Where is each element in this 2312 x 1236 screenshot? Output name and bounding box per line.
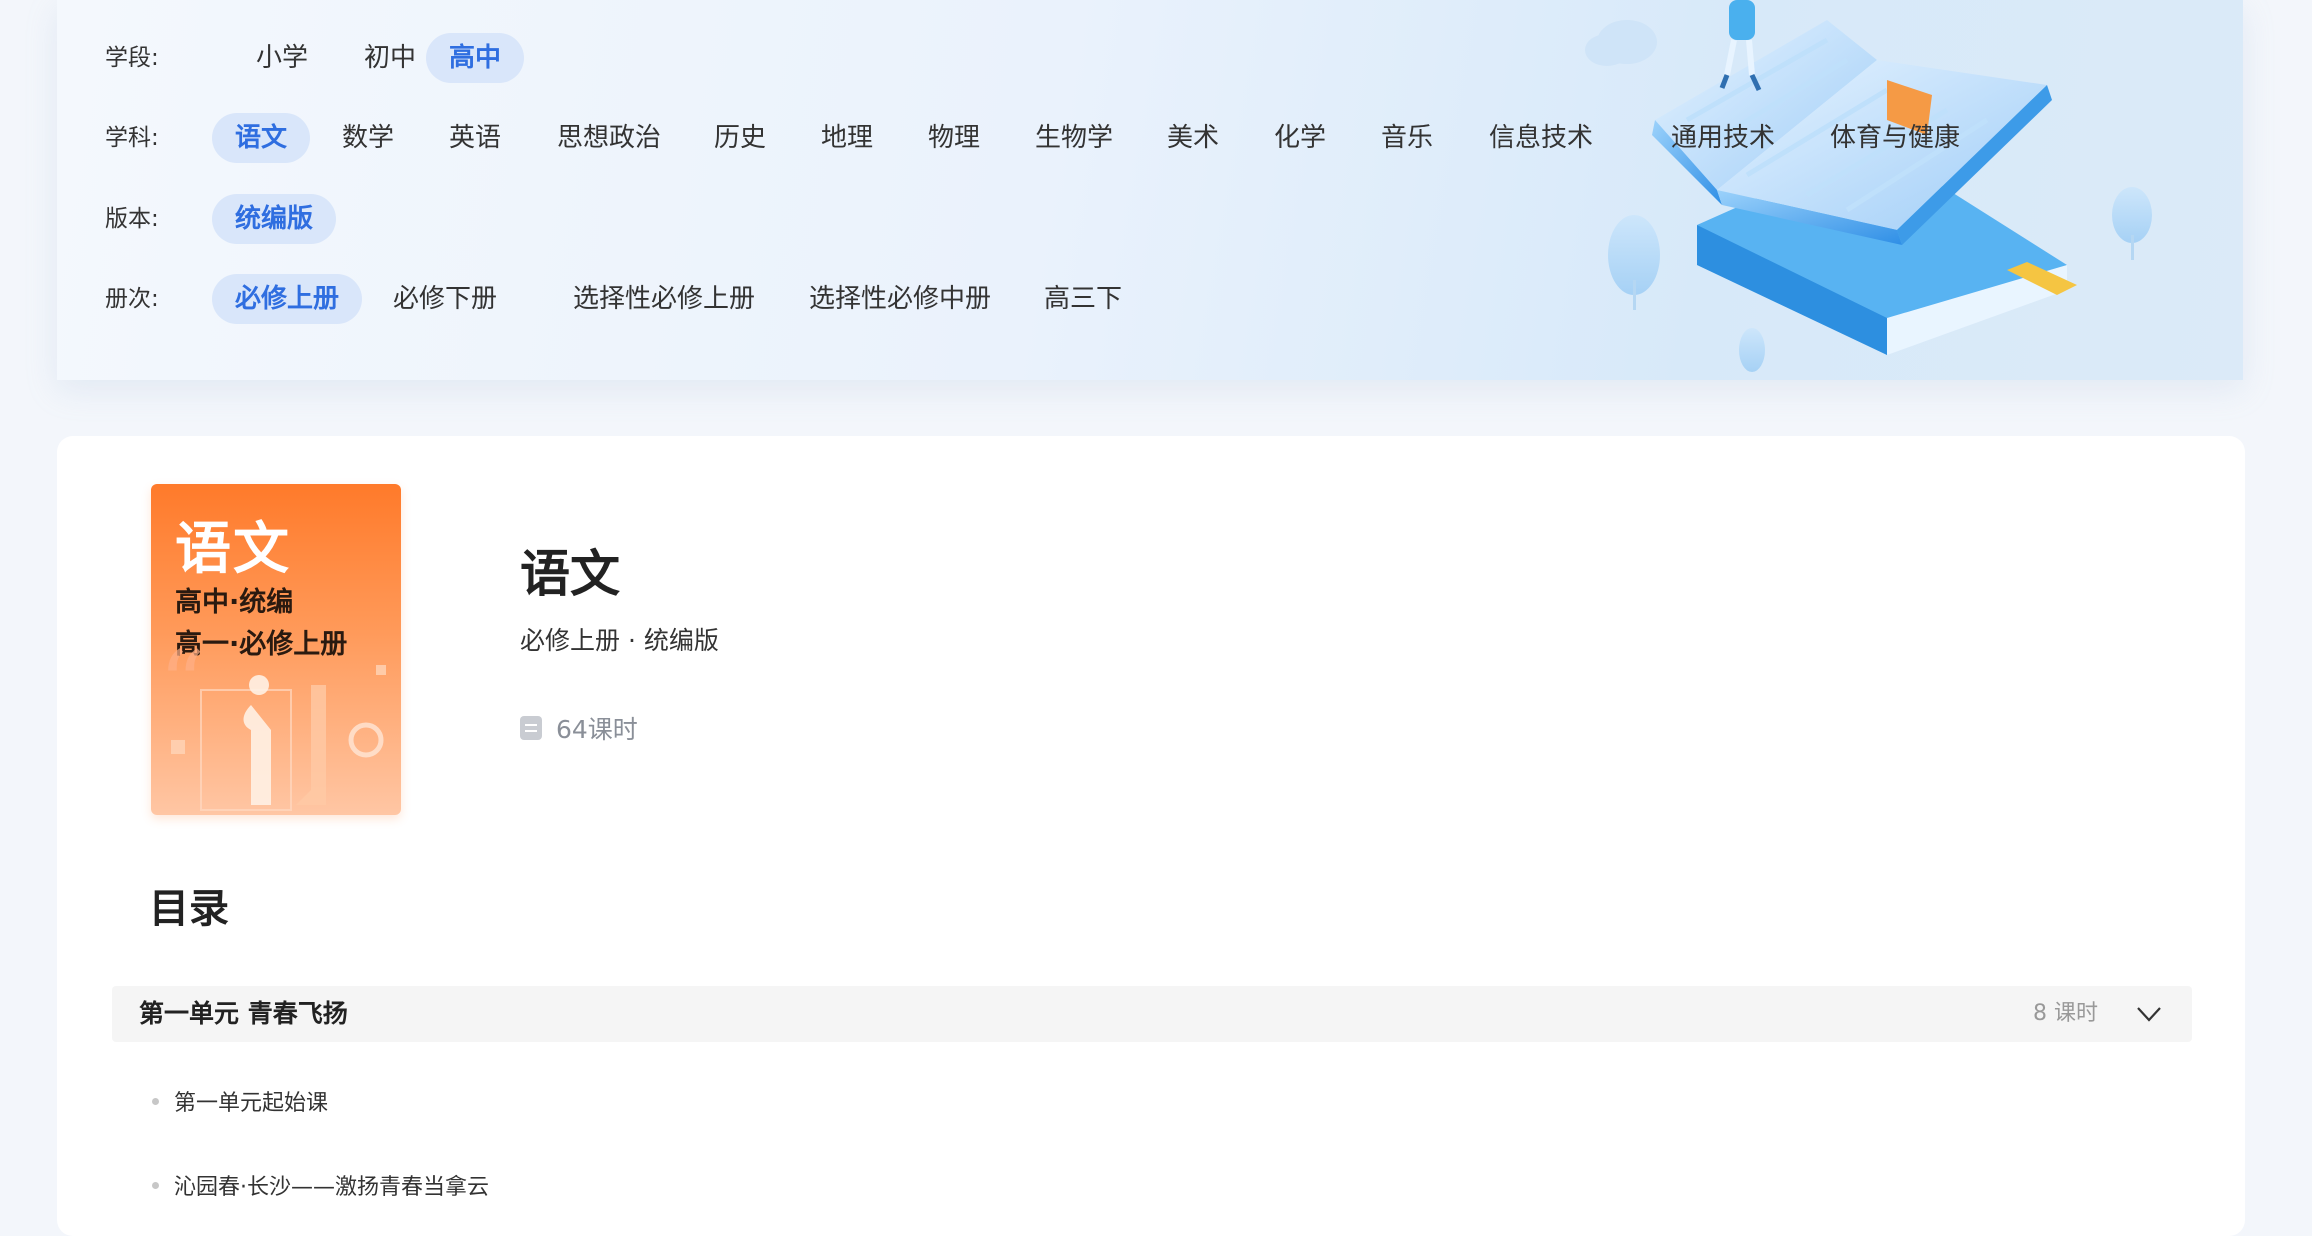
filter-row-edition: 版本: 统编版: [57, 194, 2243, 244]
subject-option-art[interactable]: 美术: [1144, 113, 1242, 163]
book-title: 语文: [520, 545, 620, 603]
subject-option-pe[interactable]: 体育与健康: [1807, 113, 1983, 163]
filter-row-subject: 学科: 语文 数学 英语 思想政治 历史 地理 物理 生物学 美术 化学 音乐 …: [57, 113, 2243, 163]
toc-heading: 目录: [149, 886, 229, 932]
volume-option-senior3-2[interactable]: 高三下: [1021, 274, 1145, 324]
filter-label-volume: 册次:: [105, 286, 159, 312]
filter-row-stage: 学段: 小学 初中 高中: [57, 33, 2243, 83]
stage-option-junior[interactable]: 初中: [341, 33, 439, 83]
stage-option-primary[interactable]: 小学: [233, 33, 331, 83]
unit-lesson-count: 8 课时: [2033, 1001, 2098, 1026]
lesson-item[interactable]: 沁园春·长沙——激扬青春当拿云: [152, 1165, 489, 1205]
lesson-count: 64课时: [520, 710, 638, 746]
cover-title: 语文: [175, 516, 291, 582]
chevron-down-icon[interactable]: [2136, 1002, 2162, 1026]
subject-option-english[interactable]: 英语: [426, 113, 524, 163]
filter-label-subject: 学科:: [105, 125, 159, 151]
cover-decoration: “: [159, 645, 386, 811]
subject-option-music[interactable]: 音乐: [1358, 113, 1456, 163]
cover-line-1: 高中·统编: [175, 587, 294, 618]
lesson-count-text: 64课时: [556, 715, 638, 744]
volume-option-required-1[interactable]: 必修上册: [212, 274, 363, 324]
edition-option-tongbian[interactable]: 统编版: [212, 194, 337, 244]
book-subtitle: 必修上册 · 统编版: [520, 626, 719, 655]
stage-option-senior[interactable]: 高中: [426, 33, 525, 83]
subject-option-geography[interactable]: 地理: [798, 113, 896, 163]
subject-option-politics[interactable]: 思想政治: [534, 113, 684, 163]
book-cover[interactable]: 语文 高中·统编 高一·必修上册 “: [151, 484, 401, 815]
unit-title: 第一单元 青春飞扬: [139, 999, 348, 1028]
volume-option-required-2[interactable]: 必修下册: [370, 274, 520, 324]
svg-text:“: “: [159, 645, 205, 737]
filter-label-stage: 学段:: [105, 45, 159, 71]
lesson-title: 沁园春·长沙——激扬青春当拿云: [174, 1175, 489, 1200]
filter-row-volume: 册次: 必修上册 必修下册 选择性必修上册 选择性必修中册 高三下: [57, 274, 2243, 324]
subject-option-history[interactable]: 历史: [691, 113, 789, 163]
subject-option-chemistry[interactable]: 化学: [1251, 113, 1349, 163]
document-icon: [520, 716, 542, 740]
subject-option-biology[interactable]: 生物学: [1012, 113, 1136, 163]
subject-option-chinese[interactable]: 语文: [212, 113, 311, 163]
unit-header-1[interactable]: 第一单元 青春飞扬 8 课时: [112, 986, 2192, 1042]
lesson-item[interactable]: 第一单元起始课: [152, 1081, 328, 1121]
volume-option-elective-2[interactable]: 选择性必修中册: [786, 274, 1014, 324]
subject-option-general-tech[interactable]: 通用技术: [1648, 113, 1798, 163]
volume-option-elective-1[interactable]: 选择性必修上册: [550, 274, 778, 324]
filter-panel: 学段: 小学 初中 高中 学科: 语文 数学 英语 思想政治 历史 地理 物理 …: [57, 0, 2243, 380]
subject-option-math[interactable]: 数学: [319, 113, 417, 163]
bullet-icon: [152, 1097, 159, 1105]
lesson-title: 第一单元起始课: [174, 1091, 329, 1116]
bullet-icon: [152, 1181, 159, 1189]
subject-option-it[interactable]: 信息技术: [1466, 113, 1616, 163]
subject-option-physics[interactable]: 物理: [905, 113, 1003, 163]
filter-label-edition: 版本:: [105, 206, 159, 232]
